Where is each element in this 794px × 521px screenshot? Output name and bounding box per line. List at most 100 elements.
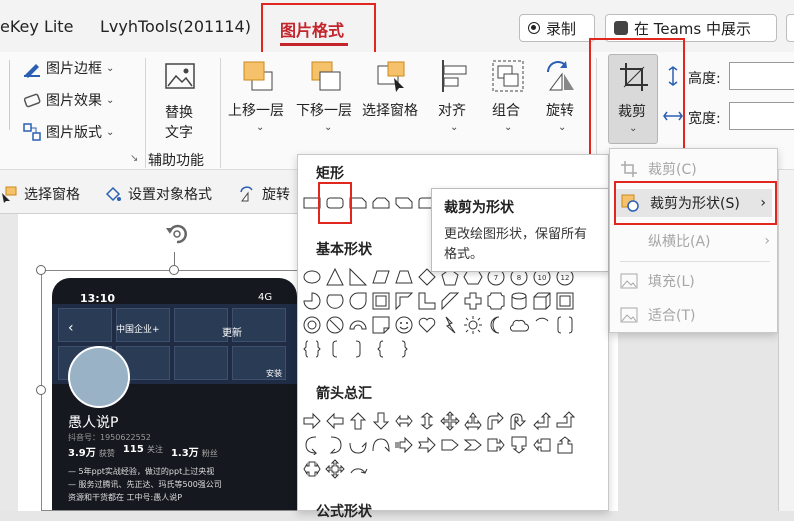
bring-forward-icon xyxy=(243,61,273,91)
cloud-shape-icon[interactable] xyxy=(509,315,529,335)
curved-up-arrow-shape-icon[interactable] xyxy=(348,435,368,455)
folded-corner-shape-icon[interactable] xyxy=(371,315,391,335)
bevel-shape-icon[interactable] xyxy=(555,291,575,311)
pie-shape-icon[interactable] xyxy=(302,291,322,311)
double-brace-shape-icon[interactable] xyxy=(302,339,322,359)
resize-handle-top-left[interactable] xyxy=(36,265,46,275)
curved-down-arrow-shape-icon[interactable] xyxy=(371,435,391,455)
left-right-arrow-shape-icon[interactable] xyxy=(394,411,414,431)
cube-shape-icon[interactable] xyxy=(532,291,552,311)
donut-shape-icon[interactable] xyxy=(302,315,322,335)
pentagon-arrow-shape-icon[interactable] xyxy=(440,435,460,455)
selection-pane-small-icon xyxy=(2,186,17,203)
menu-item-aspect-ratio[interactable]: 纵横比(A) › xyxy=(620,227,770,255)
arc-shape-icon[interactable] xyxy=(532,315,552,335)
lightning-bolt-shape-icon[interactable] xyxy=(440,315,460,335)
left-up-arrow-shape-icon[interactable] xyxy=(532,411,552,431)
triangle-shape-icon[interactable] xyxy=(325,267,345,287)
moon-shape-icon[interactable] xyxy=(486,315,506,335)
smiley-face-shape-icon[interactable] xyxy=(394,315,414,335)
rotation-handle-icon[interactable] xyxy=(162,218,192,252)
left-brace-shape-icon[interactable] xyxy=(371,339,391,359)
snip-same-side-rectangle-shape-icon[interactable] xyxy=(371,193,391,213)
quad-arrow-callout-shape-icon[interactable] xyxy=(325,459,345,479)
align-button[interactable]: 对齐 ⌄ xyxy=(430,58,478,138)
picture-layout-button[interactable]: 图片版式 ⌄ xyxy=(22,122,114,142)
height-input[interactable] xyxy=(729,62,794,90)
u-turn-arrow-shape-icon[interactable] xyxy=(509,411,529,431)
double-bracket-shape-icon[interactable] xyxy=(555,315,575,335)
right-pane-edge xyxy=(778,170,794,511)
right-arrow-callout-shape-icon[interactable] xyxy=(486,435,506,455)
chord-shape-icon[interactable] xyxy=(325,291,345,311)
send-backward-button[interactable]: 下移一层 ⌄ xyxy=(294,58,360,138)
menu-item-crop[interactable]: 裁剪(C) xyxy=(620,155,770,183)
send-backward-label: 下移一层 xyxy=(296,103,352,119)
diagonal-stripe-shape-icon[interactable] xyxy=(440,291,460,311)
picture-border-button[interactable]: 图片边框 ⌄ xyxy=(22,58,114,78)
heart-shape-icon[interactable] xyxy=(417,315,437,335)
right-bracket-shape-icon[interactable] xyxy=(348,339,368,359)
crop-dropdown-menu: 裁剪(C) 裁剪为形状(S) › 纵横比(A) › 填充(L) 适合(T) xyxy=(609,148,778,333)
plaque-shape-icon[interactable] xyxy=(486,291,506,311)
format-object-label: 设置对象格式 xyxy=(128,187,212,203)
menu-item-fill[interactable]: 填充(L) xyxy=(620,267,770,295)
chevron-shape-icon[interactable] xyxy=(463,435,483,455)
left-right-up-arrow-shape-icon[interactable] xyxy=(463,411,483,431)
teardrop-shape-icon[interactable] xyxy=(348,291,368,311)
up-down-arrow-shape-icon[interactable] xyxy=(417,411,437,431)
l-shape-icon[interactable] xyxy=(417,291,437,311)
menu-item-fit[interactable]: 适合(T) xyxy=(620,301,770,329)
frame-shape-icon[interactable] xyxy=(371,291,391,311)
left-arrow-callout-shape-icon[interactable] xyxy=(532,435,552,455)
circular-arrow-shape-icon[interactable] xyxy=(348,459,368,479)
quad-arrow-shape-icon[interactable] xyxy=(440,411,460,431)
left-arrow-shape-icon[interactable] xyxy=(325,411,345,431)
resize-handle-top[interactable] xyxy=(169,265,179,275)
trapezoid-shape-icon[interactable] xyxy=(394,267,414,287)
sun-shape-icon[interactable] xyxy=(463,315,483,335)
eraser-icon xyxy=(23,93,41,108)
left-bracket-shape-icon[interactable] xyxy=(325,339,345,359)
down-arrow-shape-icon[interactable] xyxy=(371,411,391,431)
bring-forward-button[interactable]: 上移一层 ⌄ xyxy=(226,58,292,138)
rotate-button[interactable]: 旋转 ⌄ xyxy=(538,58,586,138)
up-arrow-callout-shape-icon[interactable] xyxy=(555,435,575,455)
notched-right-arrow-shape-icon[interactable] xyxy=(417,435,437,455)
up-arrow-shape-icon[interactable] xyxy=(348,411,368,431)
menu-item-crop-label: 裁剪(C) xyxy=(648,162,697,178)
group-button[interactable]: 组合 ⌄ xyxy=(484,58,532,138)
right-triangle-shape-icon[interactable] xyxy=(348,267,368,287)
resize-handle-left[interactable] xyxy=(36,385,46,395)
block-arc-shape-icon[interactable] xyxy=(348,315,368,335)
snip-diagonal-rectangle-shape-icon[interactable] xyxy=(394,193,414,213)
bent-arrow-shape-icon[interactable] xyxy=(486,411,506,431)
down-arrow-callout-shape-icon[interactable] xyxy=(509,435,529,455)
can-shape-icon[interactable] xyxy=(509,291,529,311)
tab-ekey-lite[interactable]: eKey Lite xyxy=(0,17,73,36)
record-button[interactable]: 录制 xyxy=(519,14,595,42)
no-symbol-shape-icon[interactable] xyxy=(325,315,345,335)
curved-right-arrow-shape-icon[interactable] xyxy=(302,435,322,455)
selection-pane-button[interactable]: 选择窗格 xyxy=(360,58,426,138)
bent-up-arrow-shape-icon[interactable] xyxy=(555,411,575,431)
tab-lvyhtools[interactable]: LvyhTools(201114) xyxy=(100,17,251,36)
format-object-button[interactable]: 设置对象格式 xyxy=(104,184,212,204)
striped-right-arrow-shape-icon[interactable] xyxy=(394,435,414,455)
oval-shape-icon[interactable] xyxy=(302,267,322,287)
rotate-quick-button[interactable]: 旋转 xyxy=(238,184,290,204)
right-brace-shape-icon[interactable] xyxy=(394,339,414,359)
half-frame-shape-icon[interactable] xyxy=(394,291,414,311)
parallelogram-shape-icon[interactable] xyxy=(371,267,391,287)
left-right-arrow-callout-shape-icon[interactable] xyxy=(302,459,322,479)
right-arrow-shape-icon[interactable] xyxy=(302,411,322,431)
svg-text:7: 7 xyxy=(494,274,498,282)
alt-text-button[interactable]: 替换 文字 xyxy=(150,58,210,144)
more-button[interactable] xyxy=(786,14,794,42)
selection-pane-quick-button[interactable]: 选择窗格 xyxy=(0,184,80,204)
picture-effects-button[interactable]: 图片效果 ⌄ xyxy=(22,90,114,110)
curved-left-arrow-shape-icon[interactable] xyxy=(325,435,345,455)
cross-shape-icon[interactable] xyxy=(463,291,483,311)
dialog-launcher-icon[interactable]: ↘ xyxy=(130,153,138,164)
width-input[interactable] xyxy=(729,102,794,130)
